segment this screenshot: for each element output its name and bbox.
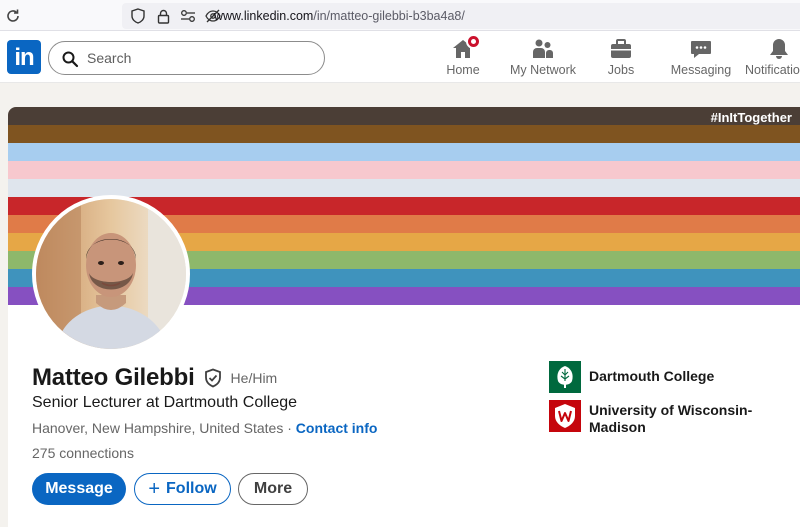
education-name-uw-madison: University of Wisconsin-Madison — [589, 402, 753, 435]
more-button[interactable]: More — [238, 473, 308, 505]
education-item-uw-madison[interactable]: University of Wisconsin-Madison — [549, 400, 759, 436]
nav-my-network-label: My Network — [510, 63, 576, 77]
reload-icon — [7, 9, 19, 22]
nav-jobs-label: Jobs — [607, 63, 635, 77]
profile-location: Hanover, New Hampshire, United States — [32, 420, 284, 436]
profile-pronouns: He/Him — [230, 370, 278, 386]
verified-shield-icon[interactable] — [203, 368, 223, 388]
profile-location-line: Hanover, New Hampshire, United States · … — [32, 420, 377, 436]
follow-button[interactable]: + Follow — [134, 473, 231, 505]
messaging-icon — [691, 41, 711, 58]
profile-name: Matteo Gilebbi — [32, 364, 195, 391]
profile-photo — [36, 199, 186, 349]
url-text[interactable]: www.linkedin.com/in/matteo-gilebbi-b3ba4… — [214, 9, 465, 23]
url-host: www.linkedin.com — [214, 9, 314, 23]
follow-button-label: Follow — [166, 480, 217, 497]
nav-my-network[interactable]: My Network — [509, 37, 577, 81]
banner-stripe — [8, 125, 800, 143]
uw-madison-logo-icon — [549, 400, 581, 432]
profile-headline: Senior Lecturer at Dartmouth College — [32, 394, 298, 411]
profile-name-row: Matteo Gilebbi He/Him — [32, 364, 277, 392]
lock-icon[interactable] — [155, 7, 171, 25]
nav-messaging[interactable]: Messaging — [670, 37, 732, 81]
search-icon — [62, 51, 79, 68]
search-box[interactable] — [48, 41, 325, 75]
more-button-label: More — [253, 480, 293, 497]
nav-home-label: Home — [446, 63, 480, 77]
linkedin-header: in Home My Network Jobs Messaging Notifi — [0, 31, 800, 83]
plus-icon: + — [148, 478, 161, 500]
nav-notifications-label: Notifications — [745, 63, 800, 77]
briefcase-icon — [611, 39, 631, 58]
bell-icon — [770, 39, 788, 59]
nav-home[interactable]: Home — [443, 34, 483, 81]
profile-card: #InItTogether Matteo Gilebbi He/Him Seni… — [8, 107, 800, 527]
linkedin-logo[interactable]: in — [7, 40, 41, 74]
banner-hashtag: #InItTogether — [710, 110, 792, 125]
education-name-dartmouth: Dartmouth College — [589, 368, 715, 384]
search-input[interactable] — [87, 47, 317, 69]
notification-badge — [466, 34, 481, 49]
education-item-dartmouth[interactable]: Dartmouth College — [549, 361, 759, 393]
network-icon — [533, 39, 553, 58]
shield-icon[interactable] — [130, 7, 146, 25]
contact-info-link[interactable]: Contact info — [296, 420, 378, 436]
nav-notifications[interactable]: Notifications — [745, 37, 800, 81]
nav-messaging-label: Messaging — [670, 63, 732, 77]
connections-count[interactable]: 275 connections — [32, 445, 134, 461]
message-button-label: Message — [45, 480, 113, 497]
banner-stripe — [8, 107, 800, 125]
banner-stripe — [8, 143, 800, 161]
nav-jobs[interactable]: Jobs — [603, 37, 639, 81]
permissions-icon[interactable] — [180, 7, 196, 25]
banner-stripe — [8, 179, 800, 197]
reload-button[interactable] — [2, 5, 24, 27]
message-button[interactable]: Message — [32, 473, 126, 505]
browser-toolbar: www.linkedin.com/in/matteo-gilebbi-b3ba4… — [0, 0, 800, 31]
avatar[interactable] — [32, 195, 190, 353]
location-separator: · — [283, 420, 296, 436]
banner-stripe — [8, 161, 800, 179]
address-bar[interactable]: www.linkedin.com/in/matteo-gilebbi-b3ba4… — [122, 3, 800, 29]
dartmouth-logo-icon — [549, 361, 581, 393]
url-path: /in/matteo-gilebbi-b3ba4a8/ — [313, 9, 465, 23]
